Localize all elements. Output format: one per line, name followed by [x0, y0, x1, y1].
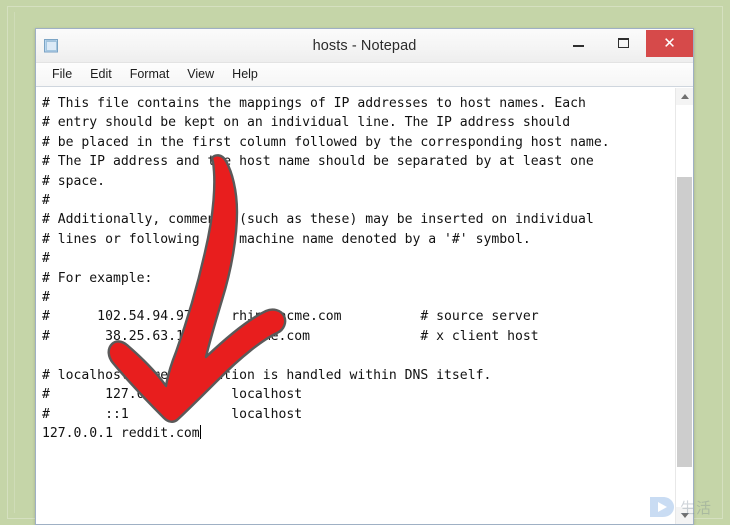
close-icon: ✕: [663, 34, 676, 52]
menu-item-format[interactable]: Format: [121, 65, 179, 84]
scroll-thumb[interactable]: [677, 177, 692, 467]
text-editor[interactable]: # This file contains the mappings of IP …: [36, 88, 675, 524]
menu-item-help[interactable]: Help: [223, 65, 267, 84]
vertical-scrollbar[interactable]: [675, 88, 693, 524]
maximize-button[interactable]: [601, 30, 646, 56]
menu-item-view[interactable]: View: [178, 65, 223, 84]
editor-area: # This file contains the mappings of IP …: [36, 87, 693, 524]
maximize-icon: [618, 37, 629, 48]
scroll-up-button[interactable]: [676, 88, 693, 105]
menu-item-edit[interactable]: Edit: [81, 65, 121, 84]
minimize-button[interactable]: [556, 30, 601, 56]
chevron-down-icon: [680, 513, 689, 518]
hosts-file-text: # This file contains the mappings of IP …: [42, 96, 610, 441]
chevron-up-icon: [680, 94, 689, 99]
close-button[interactable]: ✕: [646, 29, 693, 57]
text-caret: [199, 424, 201, 439]
minimize-icon: [573, 45, 584, 47]
notepad-icon: [43, 37, 60, 54]
window-controls: ✕: [556, 29, 693, 63]
title-bar[interactable]: hosts - Notepad ✕: [36, 29, 693, 63]
menu-bar: File Edit Format View Help: [36, 63, 693, 87]
scroll-down-button[interactable]: [676, 507, 693, 524]
menu-item-file[interactable]: File: [43, 65, 81, 84]
notepad-window: hosts - Notepad ✕ File Edit Format View …: [35, 28, 694, 525]
scroll-track[interactable]: [676, 105, 693, 507]
